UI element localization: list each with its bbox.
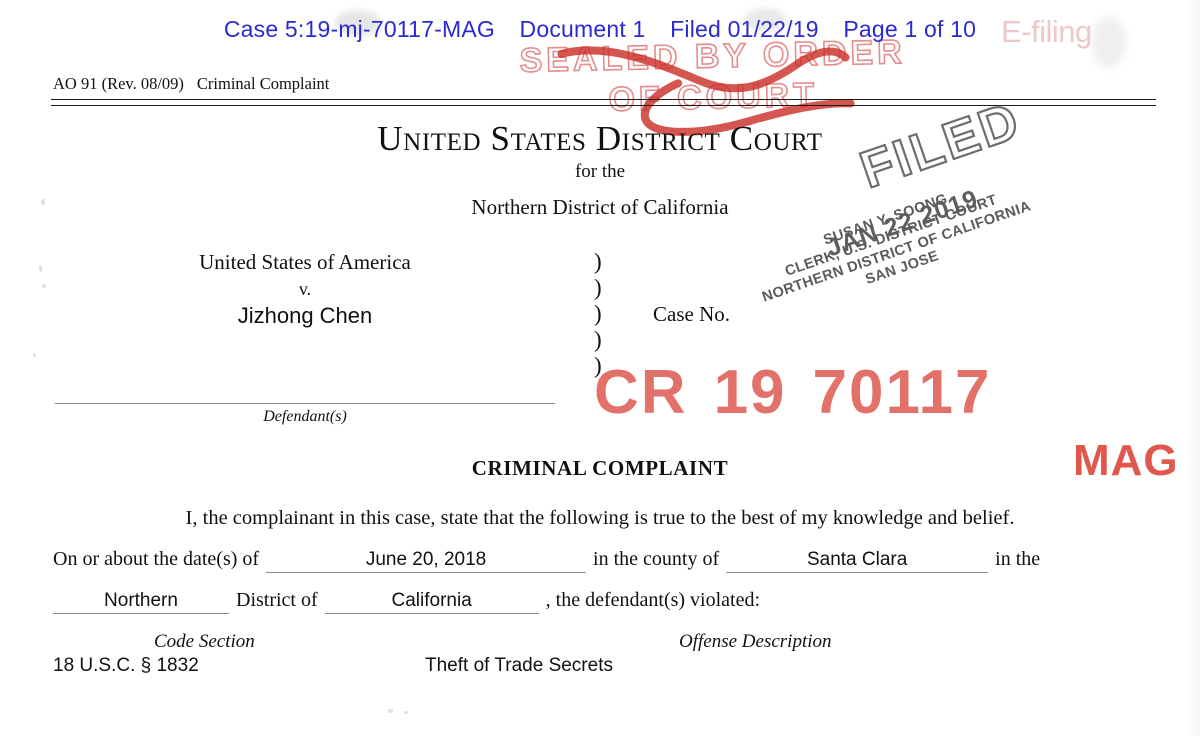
charges-header-offense-description: Offense Description [679, 631, 832, 652]
caption-paren: ) [594, 275, 602, 300]
state-field[interactable]: California [324, 590, 539, 614]
caption-plaintiff: United States of America [199, 250, 411, 274]
filed-stamp-clerk-division: SAN JOSE [863, 248, 942, 289]
caption-paren: ) [594, 249, 602, 274]
defendant-signature-rule [55, 403, 555, 404]
charge-offense-description: Theft of Trade Secrets [425, 655, 613, 676]
caption-paren-column: ) ) ) ) ) [594, 249, 602, 379]
defendant-violated-label: , the defendant(s) violated: [545, 589, 761, 611]
court-for-the-label: for the [574, 161, 626, 182]
scan-speck [404, 711, 408, 714]
page-title: United States District Court [377, 119, 823, 158]
form-title: Criminal Complaint [196, 74, 330, 93]
offense-date-field[interactable]: June 20, 2018 [266, 549, 587, 573]
case-number-year: 19 [713, 358, 787, 427]
caption-paren: ) [594, 301, 602, 326]
case-number-prefix: CR [594, 358, 688, 427]
court-district-name: Northern District of California [471, 195, 729, 219]
district-field[interactable]: Northern [53, 590, 229, 614]
ecf-page-number: Page 1 of 10 [843, 16, 977, 42]
filed-stamp-clerk-block: SUSAN Y. SOONG CLERK, U.S. DISTRICT COUR… [727, 159, 1061, 331]
county-field[interactable]: Santa Clara [726, 549, 989, 573]
scanned-court-document-page: Case 5:19-mj-70117-MAG Document 1 Filed … [0, 0, 1200, 736]
ecf-header-stamp: Case 5:19-mj-70117-MAG Document 1 Filed … [0, 16, 1200, 43]
scan-speck [33, 353, 36, 357]
form-identifier-line: AO 91 (Rev. 08/09) Criminal Complaint [53, 74, 329, 94]
caption-paren: ) [594, 353, 602, 378]
complaint-attestation: I, the complainant in this case, state t… [185, 507, 1015, 529]
form-number: AO 91 (Rev. 08/09) [53, 74, 184, 93]
header-double-rule [51, 99, 1156, 106]
ecf-document-number: Document 1 [519, 16, 646, 42]
district-state-row: Northern District of California , the de… [53, 589, 760, 614]
case-number-label: Case No. [653, 302, 730, 326]
ecf-case-number: Case 5:19-mj-70117-MAG [223, 16, 495, 42]
charges-header-code-section: Code Section [154, 631, 255, 652]
scan-edge-shadow [1186, 0, 1200, 736]
in-the-label: in the [995, 548, 1041, 570]
in-the-county-of-label: in the county of [593, 548, 720, 570]
scan-speck [42, 284, 46, 288]
caption-defendant-name: Jizhong Chen [237, 303, 373, 328]
case-number-digits: 70117 [812, 358, 992, 427]
offense-date-county-row: On or about the date(s) of June 20, 2018… [53, 548, 1040, 573]
scan-speck [39, 265, 42, 272]
caption-paren: ) [594, 327, 602, 352]
ecf-filed-date: Filed 01/22/19 [670, 16, 819, 42]
complaint-heading: CRIMINAL COMPLAINT [471, 456, 729, 480]
scan-speck [388, 709, 393, 713]
defendant-caption-label: Defendant(s) [263, 408, 347, 425]
caption-versus: v. [298, 279, 312, 299]
stamped-case-number: CR 19 70117 [594, 357, 992, 428]
filed-stamp-clerk-title: CLERK, U.S. DISTRICT COURT [783, 192, 1000, 280]
charge-code-section: 18 U.S.C. § 1832 [53, 655, 199, 676]
sealed-by-order-of-court-stamp: SEALED BY ORDER OF COURT [518, 31, 951, 136]
on-or-about-label: On or about the date(s) of [53, 548, 260, 570]
sealed-stamp-line-2: OF COURT [607, 76, 819, 120]
district-of-label: District of [236, 589, 318, 611]
